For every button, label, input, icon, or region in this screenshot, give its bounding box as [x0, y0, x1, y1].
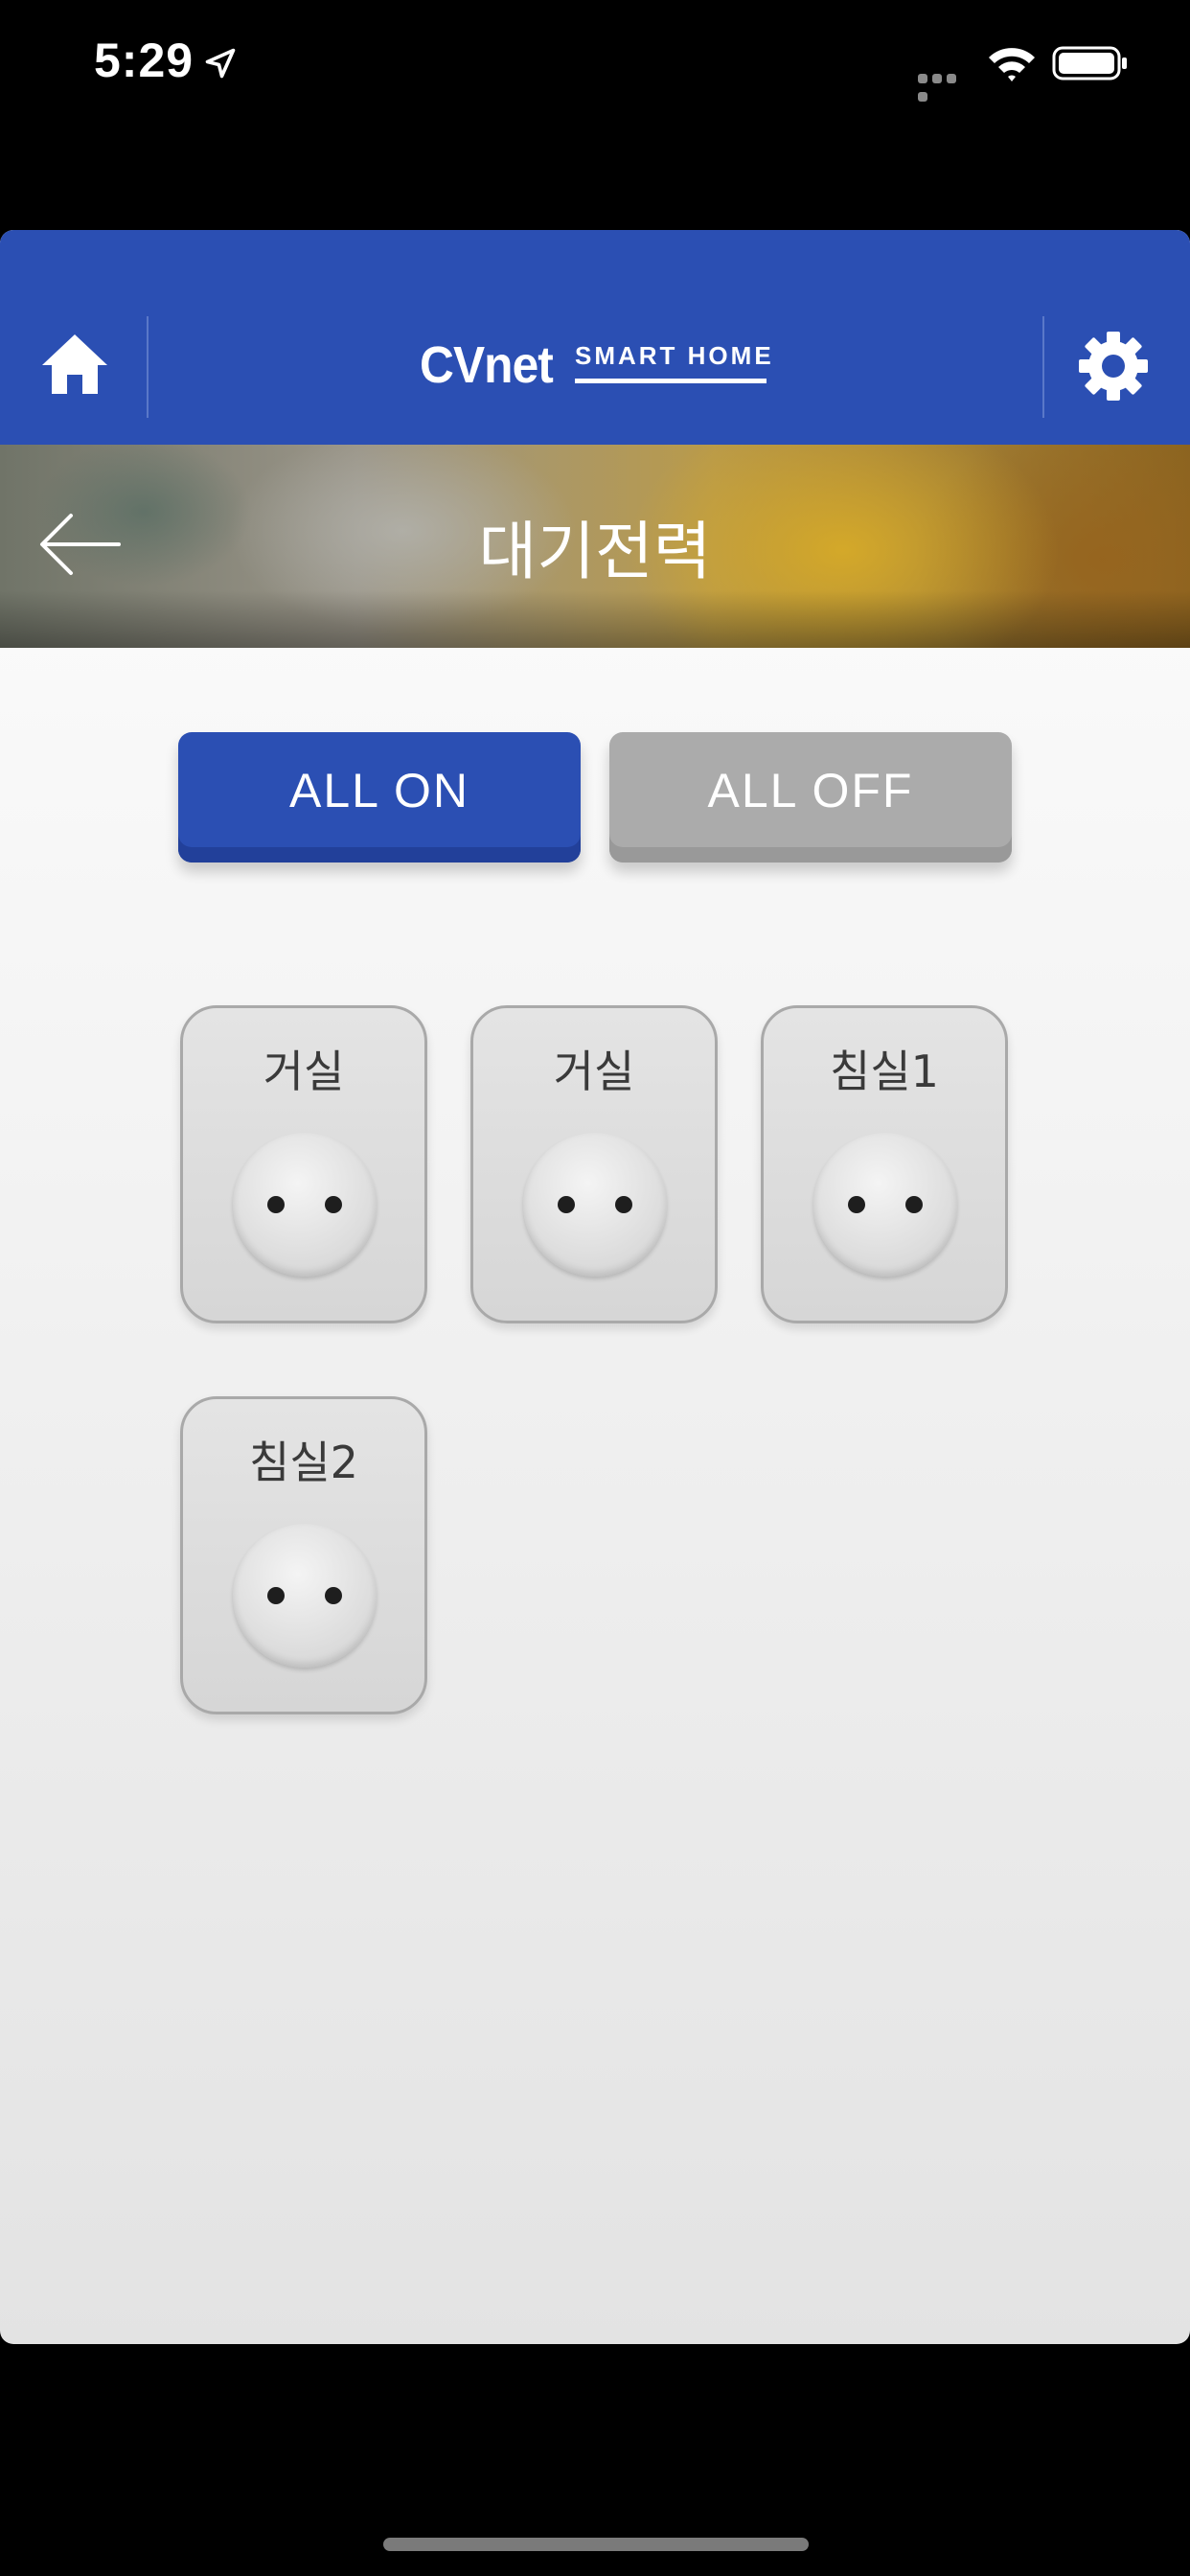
outlet-label: 침실1	[830, 1046, 939, 1097]
app-panel: CVnet SMART HOME 대기전력 ALL ON ALL OFF 거실 …	[0, 230, 1190, 2344]
outlet-card[interactable]: 거실	[180, 1005, 427, 1323]
outlet-card[interactable]: 거실	[470, 1005, 718, 1323]
outlet-label: 거실	[553, 1046, 635, 1097]
cellular-signal-icon	[918, 69, 973, 102]
location-arrow-icon	[205, 48, 236, 79]
page-title: 대기전력	[478, 515, 712, 588]
status-bar: 5:29	[0, 0, 1190, 134]
battery-icon	[1052, 46, 1127, 80]
outlet-label: 거실	[263, 1046, 345, 1097]
wifi-icon	[989, 48, 1035, 81]
logo-main-text: CVnet	[420, 336, 554, 394]
home-icon[interactable]	[38, 331, 111, 398]
outlet-label: 침실2	[249, 1437, 358, 1488]
outlet-card[interactable]: 침실2	[180, 1396, 427, 1714]
power-socket-icon	[523, 1133, 667, 1276]
logo-sub-text: SMART HOME	[575, 341, 774, 370]
power-socket-icon	[233, 1524, 377, 1668]
all-on-button[interactable]: ALL ON	[178, 732, 581, 862]
app-header: CVnet SMART HOME	[0, 230, 1190, 445]
brand-logo: CVnet SMART HOME	[420, 335, 771, 402]
power-socket-icon	[813, 1133, 957, 1276]
gear-icon[interactable]	[1077, 330, 1150, 402]
header-divider	[1042, 316, 1044, 418]
home-indicator[interactable]	[383, 2538, 809, 2551]
outlet-card[interactable]: 침실1	[761, 1005, 1008, 1323]
page-banner: 대기전력	[0, 445, 1190, 648]
logo-sub: SMART HOME	[575, 341, 774, 383]
header-divider	[147, 316, 149, 418]
logo-underline	[575, 379, 767, 383]
power-socket-icon	[233, 1133, 377, 1276]
all-off-button[interactable]: ALL OFF	[609, 732, 1012, 862]
status-time: 5:29	[94, 34, 195, 87]
